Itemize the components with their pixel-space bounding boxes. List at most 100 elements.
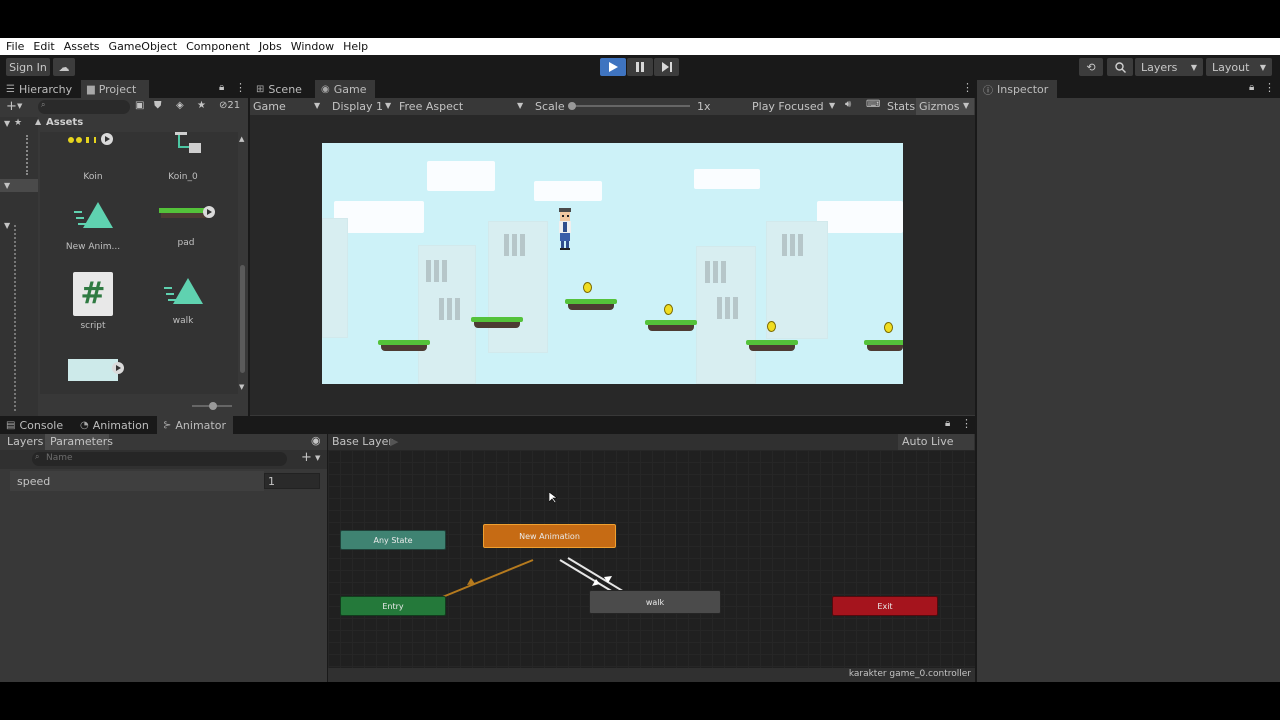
more-menu-icon[interactable]: ⋮ bbox=[235, 81, 246, 94]
tag-icon[interactable]: ◈ bbox=[176, 100, 184, 111]
chevron-down-icon[interactable]: ▼ bbox=[17, 102, 22, 110]
lock-icon[interactable]: 🔒︎ bbox=[219, 82, 224, 93]
gizmos-button[interactable]: Gizmos ▼ bbox=[916, 98, 974, 115]
scrollbar-thumb[interactable] bbox=[240, 265, 245, 373]
tab-inspector[interactable]: ⓘ Inspector bbox=[977, 80, 1057, 98]
cloud-button[interactable]: ☁ bbox=[53, 58, 75, 76]
asset-background-sprite[interactable] bbox=[58, 356, 128, 386]
eye-icon[interactable]: ◉ bbox=[311, 434, 321, 447]
aspect-dropdown[interactable]: Free Aspect bbox=[399, 100, 463, 113]
history-button[interactable]: ⟲ bbox=[1079, 58, 1103, 76]
state-entry[interactable]: Entry bbox=[340, 596, 446, 616]
menu-component[interactable]: Component bbox=[186, 40, 250, 53]
tab-game[interactable]: ◉ Game bbox=[315, 80, 375, 98]
display-dropdown[interactable]: Display 1 bbox=[332, 100, 383, 113]
tab-animation[interactable]: ◔ Animation bbox=[74, 416, 156, 434]
layers-dropdown[interactable]: Layers ▼ bbox=[1135, 58, 1203, 76]
tab-parameters[interactable]: Parameters bbox=[45, 434, 113, 450]
console-icon: ▤ bbox=[6, 419, 16, 431]
chevron-down-icon[interactable]: ▼ bbox=[315, 454, 320, 462]
sign-in-button[interactable]: Sign In bbox=[6, 58, 50, 76]
menu-edit[interactable]: Edit bbox=[33, 40, 54, 53]
expand-arrow-icon[interactable]: ▼ bbox=[4, 119, 10, 128]
auto-live-link-button[interactable]: Auto Live Link bbox=[898, 434, 974, 461]
state-any-state[interactable]: Any State bbox=[340, 530, 446, 550]
chevron-down-icon[interactable]: ▼ bbox=[314, 101, 320, 110]
expand-arrow-icon[interactable]: ▼ bbox=[4, 181, 10, 190]
chevron-down-icon[interactable]: ▼ bbox=[517, 101, 523, 110]
grass-platform bbox=[864, 340, 903, 352]
step-button[interactable] bbox=[654, 58, 679, 76]
asset-new-animation[interactable]: New Anim... bbox=[58, 200, 128, 256]
state-walk[interactable]: walk bbox=[589, 590, 721, 614]
tab-hierarchy[interactable]: ☰ Hierarchy bbox=[0, 80, 80, 98]
play-focused-dropdown[interactable]: Play Focused bbox=[752, 100, 824, 113]
slider-thumb[interactable] bbox=[209, 402, 217, 410]
asset-walk[interactable]: walk bbox=[148, 276, 218, 334]
parameter-value-input[interactable]: 1 bbox=[264, 473, 320, 489]
lock-icon[interactable]: 🔒︎ bbox=[1249, 82, 1254, 93]
scale-slider[interactable] bbox=[568, 102, 690, 110]
parameter-name: speed bbox=[17, 475, 51, 488]
menu-jobs[interactable]: Jobs bbox=[259, 40, 282, 53]
menu-help[interactable]: Help bbox=[343, 40, 368, 53]
lock-icon[interactable]: 🔒︎ bbox=[945, 418, 950, 429]
tab-animator[interactable]: ⊱ Animator bbox=[157, 416, 233, 434]
play-icon bbox=[608, 62, 618, 72]
animator-sidebar: Layers Parameters ◉ ⌕ Name + ▼ speed 1 bbox=[0, 434, 327, 682]
menu-bar: File Edit Assets GameObject Component Jo… bbox=[0, 38, 1280, 55]
asset-koin-0[interactable]: Koin_0 bbox=[148, 132, 218, 182]
tab-project[interactable]: ▆ Project bbox=[81, 80, 149, 98]
more-menu-icon[interactable]: ⋮ bbox=[1264, 81, 1275, 94]
chevron-up-icon[interactable]: ▲ bbox=[239, 135, 244, 143]
tab-scene[interactable]: ⊞ Scene bbox=[250, 80, 314, 98]
menu-gameobject[interactable]: GameObject bbox=[109, 40, 178, 53]
keyboard-icon[interactable]: ⌨ bbox=[866, 99, 880, 110]
expand-arrow-icon[interactable]: ▼ bbox=[4, 221, 10, 230]
pause-button[interactable] bbox=[627, 58, 653, 76]
asset-koin[interactable]: Koin bbox=[58, 132, 128, 182]
favorite-star-icon[interactable]: ★ bbox=[197, 100, 206, 111]
asset-pad[interactable]: pad bbox=[148, 204, 224, 258]
game-viewport[interactable] bbox=[322, 143, 903, 384]
slider-thumb[interactable] bbox=[568, 102, 576, 110]
project-search-input[interactable]: ⌕ bbox=[38, 100, 130, 114]
tab-layers[interactable]: Layers bbox=[7, 435, 43, 448]
chevron-down-icon[interactable]: ▼ bbox=[239, 383, 244, 391]
filter-label-icon[interactable]: ⛊ bbox=[154, 100, 162, 111]
splitter[interactable] bbox=[975, 80, 977, 682]
more-menu-icon[interactable]: ⋮ bbox=[962, 81, 973, 94]
breadcrumb-assets[interactable]: Assets bbox=[46, 117, 83, 128]
tab-scene-label: Scene bbox=[268, 82, 302, 96]
state-exit[interactable]: Exit bbox=[832, 596, 938, 616]
menu-file[interactable]: File bbox=[6, 40, 24, 53]
animator-graph-canvas[interactable]: Any State Entry New Animation walk Exit bbox=[328, 450, 975, 668]
asset-script[interactable]: # script bbox=[58, 272, 128, 334]
icon-size-slider[interactable] bbox=[192, 402, 232, 410]
add-parameter-icon[interactable]: + bbox=[301, 450, 312, 465]
stats-button[interactable]: Stats bbox=[887, 100, 915, 113]
state-new-animation[interactable]: New Animation bbox=[483, 524, 616, 548]
base-layer-breadcrumb[interactable]: Base Layer bbox=[332, 435, 393, 448]
splitter[interactable] bbox=[248, 80, 250, 416]
game-mode-dropdown[interactable]: Game bbox=[253, 100, 286, 113]
menu-assets[interactable]: Assets bbox=[64, 40, 100, 53]
menu-window[interactable]: Window bbox=[291, 40, 334, 53]
chevron-down-icon[interactable]: ▼ bbox=[385, 101, 391, 110]
asset-label: pad bbox=[177, 238, 195, 248]
parameter-row[interactable]: speed 1 bbox=[0, 471, 327, 491]
layout-dropdown[interactable]: Layout ▼ bbox=[1206, 58, 1272, 76]
speaker-icon[interactable]: 🔊︎ bbox=[845, 99, 851, 110]
play-button[interactable] bbox=[600, 58, 626, 76]
parameter-search-input[interactable]: ⌕ Name bbox=[32, 452, 287, 466]
filter-type-icon[interactable]: ▣ bbox=[135, 100, 144, 111]
parameter-name-field[interactable]: speed bbox=[10, 471, 264, 491]
asset-grid-scrollbar[interactable]: ▲ ▼ bbox=[239, 135, 247, 391]
hidden-eye-icon[interactable]: ⊘21 bbox=[219, 100, 240, 111]
add-icon[interactable]: + bbox=[6, 99, 17, 114]
more-menu-icon[interactable]: ⋮ bbox=[961, 417, 972, 430]
tab-console[interactable]: ▤ Console bbox=[0, 416, 70, 434]
chevron-down-icon[interactable]: ▼ bbox=[829, 101, 835, 110]
background-tower bbox=[696, 246, 756, 384]
search-button[interactable] bbox=[1107, 58, 1133, 76]
